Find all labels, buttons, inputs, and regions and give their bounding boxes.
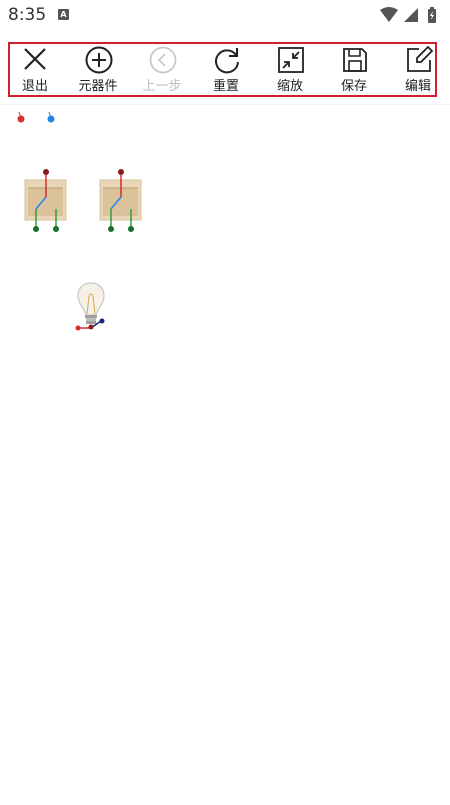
circuit-canvas[interactable] <box>0 104 450 801</box>
wifi-icon <box>380 7 398 22</box>
exit-label: 退出 <box>21 79 48 94</box>
undo-button[interactable]: 上一步 <box>137 44 187 95</box>
light-bulb-component[interactable] <box>75 282 105 331</box>
undo-label: 上一步 <box>142 79 182 94</box>
pencil-square-icon <box>407 46 433 72</box>
refresh-icon <box>215 48 239 74</box>
status-time: 8:35 <box>8 5 47 25</box>
edit-button[interactable]: 编辑 <box>393 44 443 95</box>
reset-button[interactable]: 重置 <box>201 44 251 95</box>
battery-terminals[interactable] <box>17 111 55 123</box>
close-icon <box>24 48 46 70</box>
reset-label: 重置 <box>212 79 239 94</box>
components-button[interactable]: 元器件 <box>73 44 123 95</box>
notification-icon: A <box>58 9 69 20</box>
toolbar: 退出 元器件 上一步 重置 缩放 保存 编辑 <box>8 42 437 97</box>
save-label: 保存 <box>340 79 367 94</box>
status-icons <box>378 6 442 28</box>
chevron-left-circle-icon <box>149 46 177 74</box>
zoom-label: 缩放 <box>276 79 303 94</box>
status-bar: 8:35 A <box>0 0 450 32</box>
exit-button[interactable]: 退出 <box>10 44 60 95</box>
plus-circle-icon <box>85 46 113 74</box>
zoom-button[interactable]: 缩放 <box>265 44 315 95</box>
save-button[interactable]: 保存 <box>329 44 379 95</box>
cellular-signal-icon <box>404 8 418 22</box>
switch-component-2[interactable] <box>99 169 142 232</box>
battery-icon <box>428 7 436 23</box>
switch-component-1[interactable] <box>24 169 67 232</box>
circuit-svg <box>17 111 142 331</box>
floppy-disk-icon <box>343 48 367 72</box>
components-label: 元器件 <box>78 79 118 94</box>
edit-label: 编辑 <box>404 79 431 94</box>
compress-icon <box>278 47 304 73</box>
